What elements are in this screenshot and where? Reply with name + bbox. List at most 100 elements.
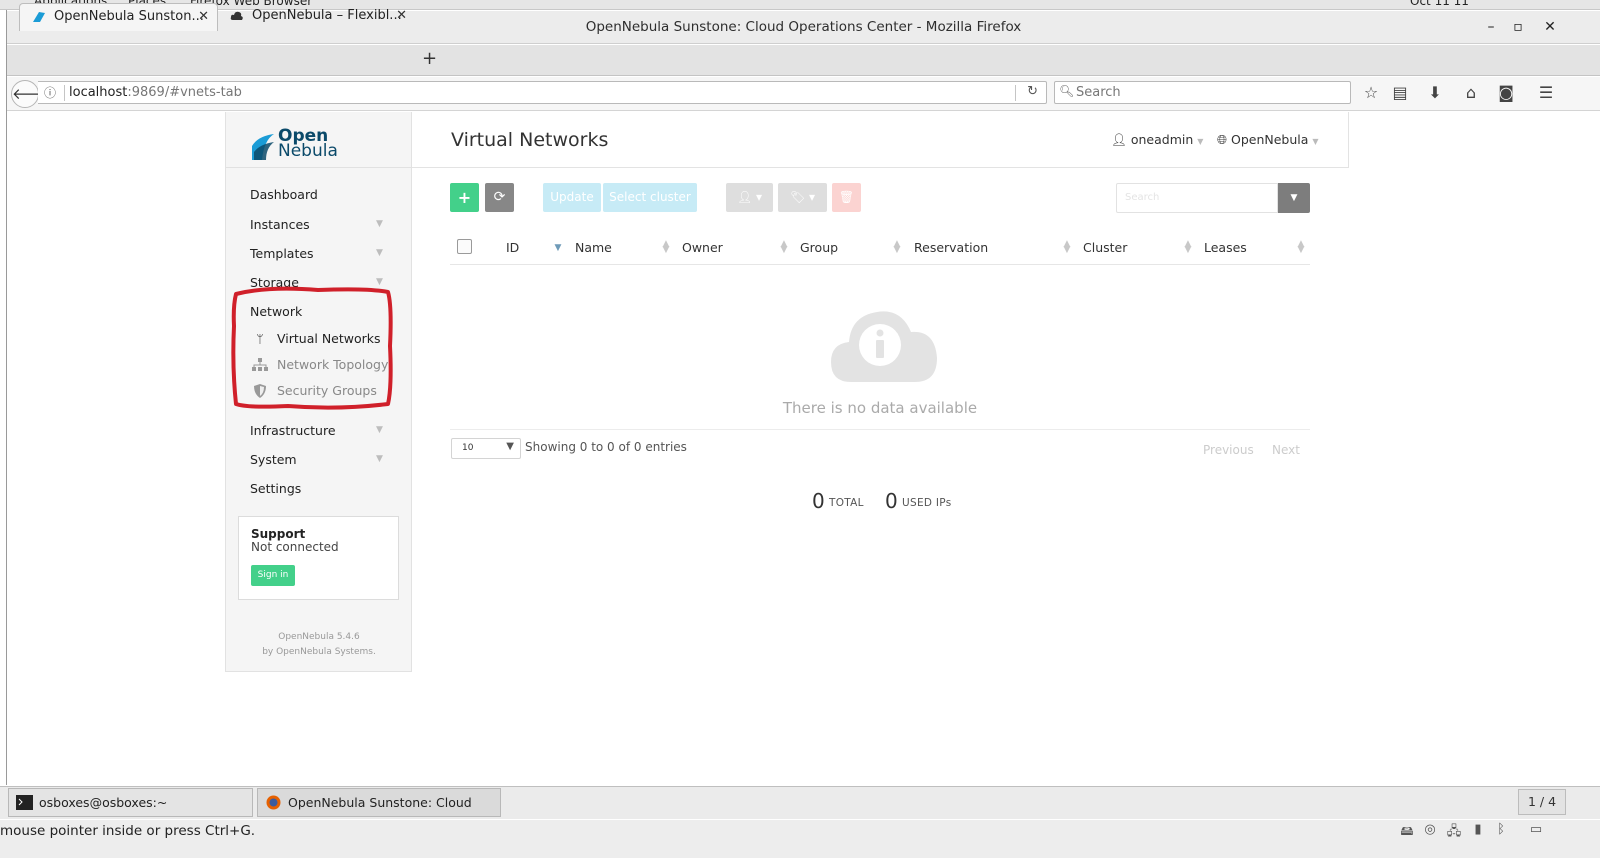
new-tab-button[interactable]: + (422, 48, 437, 69)
total-label: TOTAL (829, 497, 864, 509)
close-window-button[interactable]: ✕ (1540, 17, 1560, 37)
url-host: localhost (69, 85, 128, 100)
taskbar-item-terminal[interactable]: osboxes@osboxes:~ (8, 788, 253, 817)
opennebula-logo[interactable]: Open Nebula (250, 128, 345, 164)
network-icon[interactable]: 🖧 (1445, 822, 1463, 840)
table-search-placeholder: Search (1125, 192, 1160, 203)
update-button[interactable]: Update (543, 183, 601, 212)
close-tab-icon[interactable]: ✕ (198, 4, 209, 30)
hard-disk-icon[interactable]: 🖴 (1398, 822, 1416, 840)
sort-desc-icon[interactable]: ▼ (554, 244, 562, 253)
version-line: OpenNebula 5.4.6 (278, 632, 360, 642)
opennebula-logo-icon (252, 134, 274, 160)
column-header-leases[interactable]: Leases (1204, 240, 1247, 255)
page-title: Virtual Networks (451, 129, 609, 151)
column-header-cluster[interactable]: Cluster (1083, 240, 1127, 255)
downloads-icon[interactable]: ⬇ (1424, 82, 1446, 104)
column-header-owner[interactable]: Owner (682, 240, 723, 255)
sidebar-item-dashboard[interactable]: Dashboard (250, 187, 318, 202)
url-separator (64, 85, 65, 101)
tab-label: OpenNebula – Flexibl... (252, 8, 402, 23)
notification-icon[interactable]: ▭ (1527, 822, 1545, 840)
workspace-switcher[interactable]: 1 / 4 (1518, 789, 1566, 815)
delete-button[interactable]: 🗑︎ (832, 183, 861, 212)
chevron-down-icon: ▼ (1197, 137, 1204, 146)
site-info-icon[interactable]: ⓘ (44, 84, 56, 101)
bluetooth-icon[interactable]: ᛒ (1492, 822, 1510, 840)
previous-page-link[interactable]: Previous (1203, 443, 1254, 457)
browser-search-input[interactable]: 🔍︎ Search (1054, 81, 1351, 104)
sort-icon[interactable]: ▲ ▼ (662, 240, 670, 255)
used-ips-count: 0 (885, 489, 898, 513)
chevron-down-icon: ▼ (376, 248, 383, 258)
header-border (1348, 112, 1349, 168)
hamburger-menu-icon[interactable]: ☰ (1535, 82, 1557, 104)
sidebar-item-instances[interactable]: Instances (250, 217, 310, 232)
info-cloud-icon (831, 311, 937, 382)
optical-drive-icon[interactable]: ◎ (1421, 822, 1439, 840)
back-button[interactable]: 🡐 (11, 80, 52, 108)
minimize-button[interactable]: – (1481, 17, 1501, 37)
taskbar-item-firefox[interactable]: OpenNebula Sunstone: Cloud Opera... (257, 788, 501, 837)
column-header-id[interactable]: ID (506, 240, 519, 255)
next-page-link[interactable]: Next (1272, 443, 1300, 457)
sidebar-divider (226, 167, 412, 168)
terminal-icon (16, 795, 33, 810)
sort-icon[interactable]: ▲ ▼ (1063, 240, 1071, 255)
cloud-favicon-icon (230, 11, 243, 20)
bookmark-star-icon[interactable]: ☆ (1360, 82, 1382, 104)
select-all-checkbox[interactable] (457, 239, 472, 254)
create-button[interactable]: + (450, 183, 479, 212)
reading-list-icon[interactable]: ▤ (1389, 82, 1411, 104)
logo-text-nebula: Nebula (278, 141, 338, 161)
sidebar-item-settings[interactable]: Settings (250, 481, 301, 496)
sort-icon[interactable]: ▲ ▼ (780, 240, 788, 255)
sort-icon[interactable]: ▲ ▼ (1184, 240, 1192, 255)
chevron-down-icon: ▼ (1312, 137, 1319, 146)
page-size-select[interactable]: 10 ▼ (451, 438, 521, 459)
reload-icon[interactable]: ↻ (1027, 84, 1038, 99)
refresh-button[interactable]: ⟳ (485, 183, 514, 212)
maximize-button[interactable]: ▫ (1508, 17, 1528, 37)
opennebula-favicon-icon (33, 12, 45, 22)
caret-down-icon: ▼ (1290, 193, 1298, 203)
sort-icon[interactable]: ▲ ▼ (1297, 240, 1305, 255)
sidebar-item-infrastructure[interactable]: Infrastructure (250, 423, 336, 438)
vm-status-text: mouse pointer inside or press Ctrl+G. (0, 823, 256, 839)
url-bar[interactable]: ⓘ localhost:9869/#vnets-tab ↻ (38, 81, 1047, 104)
pocket-icon[interactable]: ◙ (1495, 82, 1517, 104)
user-menu[interactable]: 👤︎ oneadmin ▼ (1111, 132, 1203, 148)
close-tab-icon[interactable]: ✕ (396, 3, 407, 29)
trash-icon: 🗑︎ (838, 190, 855, 204)
sort-icon[interactable]: ▲ ▼ (893, 240, 901, 255)
support-title: Support (251, 527, 306, 541)
version-vendor: by OpenNebula Systems. (262, 647, 376, 657)
used-ips-label: USED IPs (902, 497, 952, 509)
table-header: ID ▼ Name ▲ ▼ Owner ▲ ▼ Group ▲ ▼ Reservati… (450, 232, 1310, 265)
select-cluster-button[interactable]: Select cluster (603, 183, 697, 212)
tab-label: OpenNebula Sunston... (54, 9, 204, 24)
chevron-down-icon: ▼ (376, 454, 383, 464)
labels-button[interactable]: 🏷︎ ▾ (778, 183, 827, 212)
search-options-dropdown[interactable]: ▼ (1278, 183, 1310, 213)
sidebar-item-templates[interactable]: Templates (250, 246, 314, 261)
chevron-down-icon: ▼ (376, 219, 383, 229)
url-text: localhost:9869/#vnets-tab (69, 85, 242, 100)
zone-menu[interactable]: 🌐︎ OpenNebula ▼ (1217, 132, 1319, 148)
column-header-reservation[interactable]: Reservation (914, 240, 988, 255)
column-header-group[interactable]: Group (800, 240, 838, 255)
caret-down-icon: ▼ (506, 441, 514, 452)
globe-icon: 🌐︎ (1217, 132, 1231, 147)
home-icon[interactable]: ⌂ (1460, 82, 1482, 104)
change-owner-button[interactable]: 👤︎ ▾ (726, 183, 773, 212)
usb-icon[interactable]: ▮ (1469, 822, 1487, 840)
tab-opennebula-sunstone[interactable]: OpenNebula Sunston... ✕ (19, 3, 218, 31)
table-search-input[interactable]: Search (1116, 183, 1278, 213)
user-name: oneadmin (1130, 132, 1194, 147)
taskbar-item-label: osboxes@osboxes:~ (39, 795, 168, 810)
sidebar-item-system[interactable]: System (250, 452, 297, 467)
chevron-down-icon: ▼ (376, 425, 383, 435)
sign-in-button[interactable]: Sign in (251, 565, 295, 586)
tab-opennebula-flexible[interactable]: OpenNebula – Flexibl... ✕ (218, 3, 415, 31)
column-header-name[interactable]: Name (575, 240, 612, 255)
